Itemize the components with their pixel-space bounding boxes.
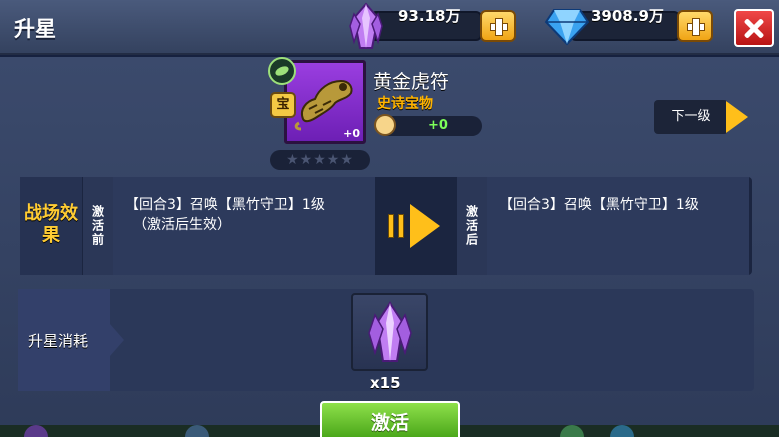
effect-after-text: 【回合3】召唤【黑竹守卫】1级 — [499, 197, 699, 213]
page-title: 升星 — [14, 17, 56, 41]
fist-icon — [374, 114, 396, 136]
item-name: 黄金虎符 — [373, 71, 450, 93]
top-bar: 升星 93.18万 3908.9万 — [0, 0, 779, 55]
arrow-right-icon — [726, 101, 748, 133]
power-bar: +0 — [374, 114, 482, 136]
upgrade-cost-label: 升星消耗 — [28, 332, 89, 350]
activate-button[interactable]: 激活 — [320, 401, 460, 437]
effect-after-card: 【回合3】召唤【黑竹守卫】1级 — [487, 177, 749, 275]
leaf-gem-icon — [268, 57, 296, 85]
next-level-button[interactable]: 下一级 — [654, 100, 752, 134]
cost-quantity: x15 — [370, 374, 401, 392]
next-level-label: 下一级 — [654, 100, 728, 134]
item-level: +0 — [343, 127, 360, 140]
power-value: +0 — [428, 118, 448, 133]
after-activation-tag: 激活后 — [457, 177, 487, 275]
item-icon-frame[interactable]: +0 — [284, 60, 366, 144]
close-button[interactable] — [734, 9, 774, 47]
double-arrow-icon — [388, 204, 450, 248]
add-crystal-button[interactable] — [480, 10, 516, 42]
golden-tiger-talisman-icon — [294, 79, 353, 131]
effect-before-note: （激活后生效） — [133, 217, 231, 233]
purple-crystal-icon — [349, 2, 383, 49]
cost-item-slot[interactable] — [351, 293, 428, 371]
crystal-amount: 93.18万 — [398, 7, 461, 25]
effect-before-text: 【回合3】召唤【黑竹守卫】1级 — [125, 197, 325, 213]
before-activation-tag: 激活前 — [83, 177, 113, 275]
effect-before-card: 【回合3】召唤【黑竹守卫】1级 （激活后生效） — [113, 177, 375, 275]
item-rarity: 史诗宝物 — [377, 96, 433, 112]
star-rating: ★★★★★ — [270, 150, 370, 170]
battle-effect-label: 战场效果 — [20, 177, 82, 275]
blue-diamond-icon — [544, 9, 590, 46]
treasure-badge: 宝 — [270, 92, 296, 118]
purple-crystal-icon — [368, 301, 412, 362]
diamond-amount: 3908.9万 — [591, 7, 664, 25]
add-diamond-button[interactable] — [677, 10, 713, 42]
